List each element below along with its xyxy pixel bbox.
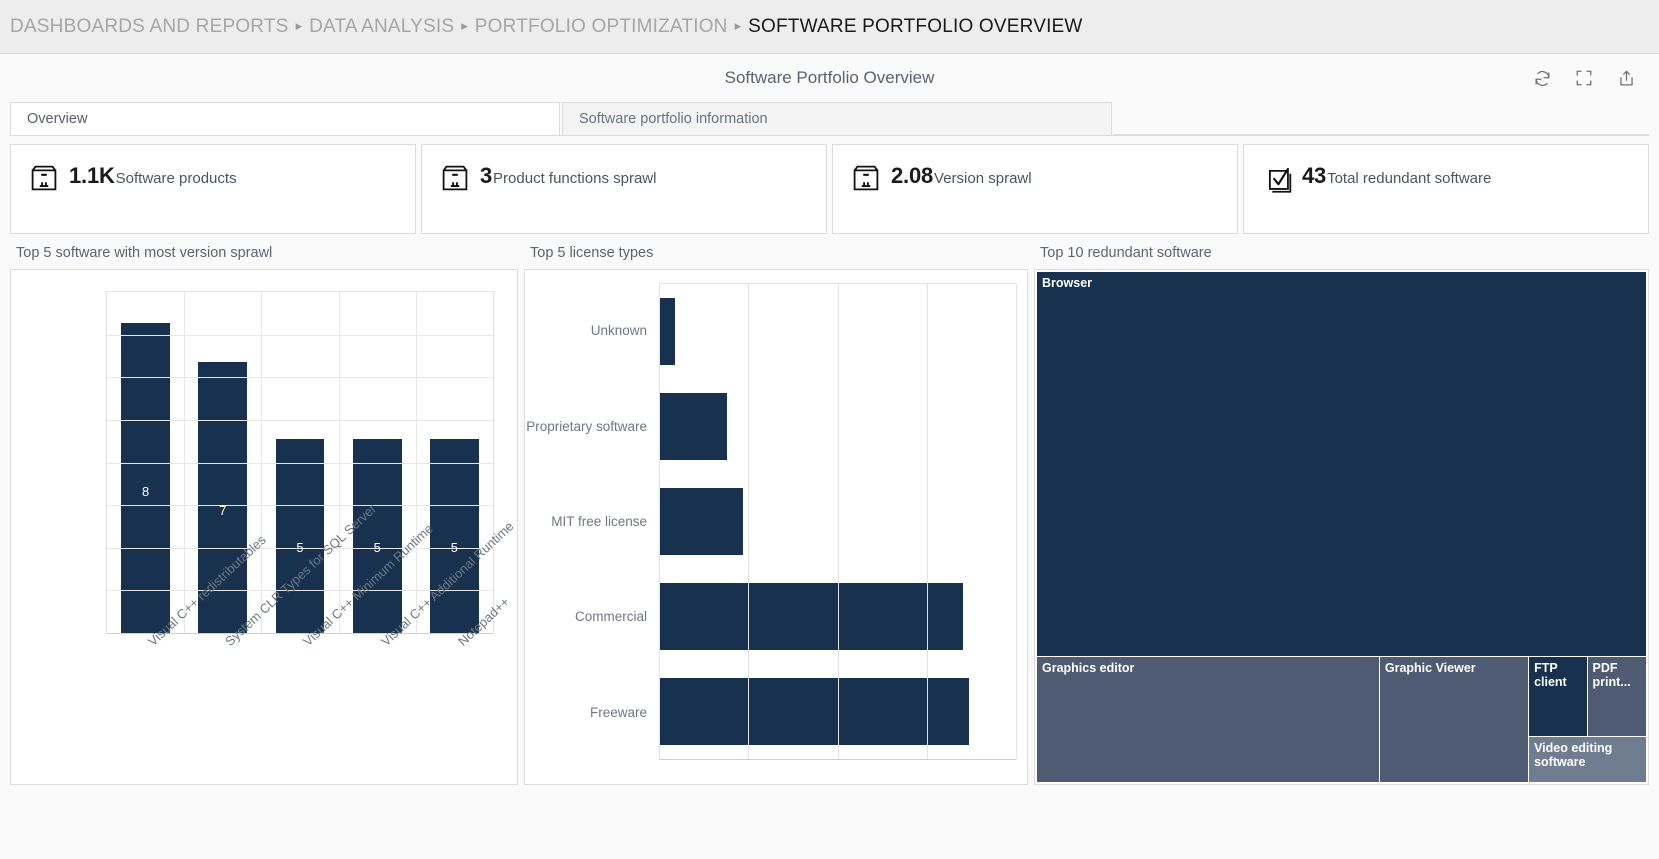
breadcrumb-separator-icon: ▸ — [735, 18, 742, 34]
kpi-value: 3 — [480, 163, 492, 189]
kpi-value: 2.08 — [891, 163, 933, 189]
breadcrumb-item-data-analysis[interactable]: DATA ANALYSIS — [309, 16, 454, 38]
widget-body[interactable]: UnknownProprietary softwareMIT free lice… — [524, 269, 1028, 785]
widget-version-sprawl: Top 5 software with most version sprawl … — [10, 245, 518, 785]
treemap: Browser Graphics editorGraphic ViewerFTP … — [1037, 272, 1646, 782]
gridline-vertical — [416, 292, 417, 633]
refresh-icon[interactable] — [1531, 67, 1553, 89]
gridline-vertical — [1016, 284, 1017, 759]
box-icon — [436, 159, 474, 197]
bar[interactable]: 5 — [353, 439, 402, 633]
treemap-tile[interactable]: FTP client — [1529, 657, 1587, 737]
treemap-tile[interactable]: Graphic Viewer — [1380, 657, 1529, 782]
kpi-text: 43 Total redundant software — [1302, 159, 1491, 189]
gridline-horizontal — [107, 505, 493, 506]
gridline-vertical — [184, 292, 185, 633]
treemap-tile-label: PDF print... — [1588, 657, 1646, 689]
category-label: Unknown — [525, 283, 655, 378]
breadcrumb: DASHBOARDS AND REPORTS ▸ DATA ANALYSIS ▸… — [0, 0, 1659, 54]
category-label: Proprietary software — [525, 378, 655, 473]
hbar-chart-plot-area — [659, 283, 1016, 760]
tab-bar: Overview Software portfolio information — [10, 102, 1649, 136]
treemap-tile-label: Video editing software — [1529, 737, 1646, 769]
gridline-vertical — [339, 292, 340, 633]
tab-software-portfolio-information[interactable]: Software portfolio information — [562, 102, 1112, 135]
category-label: MIT free license — [525, 474, 655, 569]
treemap-tile-label: Graphics editor — [1037, 657, 1380, 675]
fullscreen-icon[interactable] — [1573, 67, 1595, 89]
kpi-text: 1.1K Software products — [69, 159, 237, 189]
bar[interactable] — [659, 678, 969, 745]
bar[interactable]: 8 — [121, 323, 170, 633]
widget-title: Top 5 license types — [524, 245, 1028, 269]
kpi-label: Software products — [116, 170, 237, 187]
category-label: Commercial — [525, 569, 655, 664]
breadcrumb-item-portfolio-optimization[interactable]: PORTFOLIO OPTIMIZATION — [475, 16, 728, 38]
share-icon[interactable] — [1615, 67, 1637, 89]
dashboard-header: Software Portfolio Overview — [10, 54, 1649, 102]
kpi-card-total-redundant-software[interactable]: 43 Total redundant software — [1243, 144, 1649, 234]
gridline-vertical — [748, 284, 749, 759]
widget-body[interactable]: 87555 Visual C++ redistributablesSystem … — [10, 269, 518, 785]
widget-redundant-software: Top 10 redundant software Browser Graphic… — [1034, 245, 1649, 785]
kpi-label: Total redundant software — [1327, 170, 1491, 187]
treemap-tile-label: Browser — [1037, 272, 1646, 290]
gridline-horizontal — [107, 420, 493, 421]
kpi-text: 2.08 Version sprawl — [891, 159, 1032, 189]
gridline-horizontal — [107, 548, 493, 549]
breadcrumb-separator-icon: ▸ — [296, 18, 303, 34]
gridline-horizontal — [107, 463, 493, 464]
checkbox-icon — [1258, 159, 1296, 197]
widget-license-types: Top 5 license types UnknownProprietary s… — [524, 245, 1028, 785]
bar[interactable]: 5 — [430, 439, 479, 633]
treemap-tile-label: Graphic Viewer — [1380, 657, 1529, 675]
gridline-vertical — [659, 284, 660, 759]
dashboard: Software Portfolio Overview — [0, 54, 1659, 859]
bar[interactable] — [659, 583, 963, 650]
treemap-tile[interactable]: Graphics editor — [1037, 657, 1380, 782]
treemap-tile[interactable]: Video editing software — [1529, 737, 1646, 782]
kpi-label: Version sprawl — [934, 170, 1032, 187]
breadcrumb-item-dashboards[interactable]: DASHBOARDS AND REPORTS — [10, 16, 289, 38]
gridline-horizontal — [107, 377, 493, 378]
treemap-tile[interactable]: Browser — [1037, 272, 1646, 657]
kpi-text: 3 Product functions sprawl — [480, 159, 656, 189]
kpi-row: 1.1K Software products 3 Product functio… — [10, 144, 1649, 234]
breadcrumb-item-software-portfolio-overview: SOFTWARE PORTFOLIO OVERVIEW — [748, 16, 1082, 38]
tab-overview[interactable]: Overview — [10, 102, 560, 135]
box-icon — [847, 159, 885, 197]
box-icon — [25, 159, 63, 197]
gridline-vertical — [838, 284, 839, 759]
bar[interactable]: 5 — [276, 439, 325, 633]
bar[interactable] — [659, 393, 727, 460]
dashboard-actions — [1531, 67, 1637, 89]
tab-bar-filler — [1114, 102, 1649, 135]
widget-title: Top 5 software with most version sprawl — [10, 245, 518, 269]
widgets-row: Top 5 software with most version sprawl … — [10, 245, 1649, 785]
gridline-vertical — [927, 284, 928, 759]
breadcrumb-separator-icon: ▸ — [461, 18, 468, 34]
gridline-horizontal — [107, 335, 493, 336]
treemap-tile[interactable]: PDF print... — [1588, 657, 1646, 737]
bar-chart-category-labels: Visual C++ redistributablesSystem CLR Ty… — [106, 634, 494, 784]
kpi-card-version-sprawl[interactable]: 2.08 Version sprawl — [832, 144, 1238, 234]
bar[interactable] — [659, 488, 743, 555]
gridline-vertical — [261, 292, 262, 633]
kpi-card-product-functions-sprawl[interactable]: 3 Product functions sprawl — [421, 144, 827, 234]
kpi-value: 43 — [1302, 163, 1326, 189]
kpi-card-software-products[interactable]: 1.1K Software products — [10, 144, 416, 234]
kpi-value: 1.1K — [69, 163, 115, 189]
bar-value-label: 8 — [142, 484, 149, 499]
widget-body[interactable]: Browser Graphics editorGraphic ViewerFTP … — [1034, 269, 1649, 785]
kpi-label: Product functions sprawl — [493, 170, 656, 187]
treemap-tile-label: FTP client — [1529, 657, 1587, 689]
bar[interactable] — [659, 298, 675, 365]
page-title: Software Portfolio Overview — [725, 68, 935, 88]
hbar-chart-category-labels: UnknownProprietary softwareMIT free lice… — [525, 283, 655, 760]
category-label: Freeware — [525, 665, 655, 760]
widget-title: Top 10 redundant software — [1034, 245, 1649, 269]
